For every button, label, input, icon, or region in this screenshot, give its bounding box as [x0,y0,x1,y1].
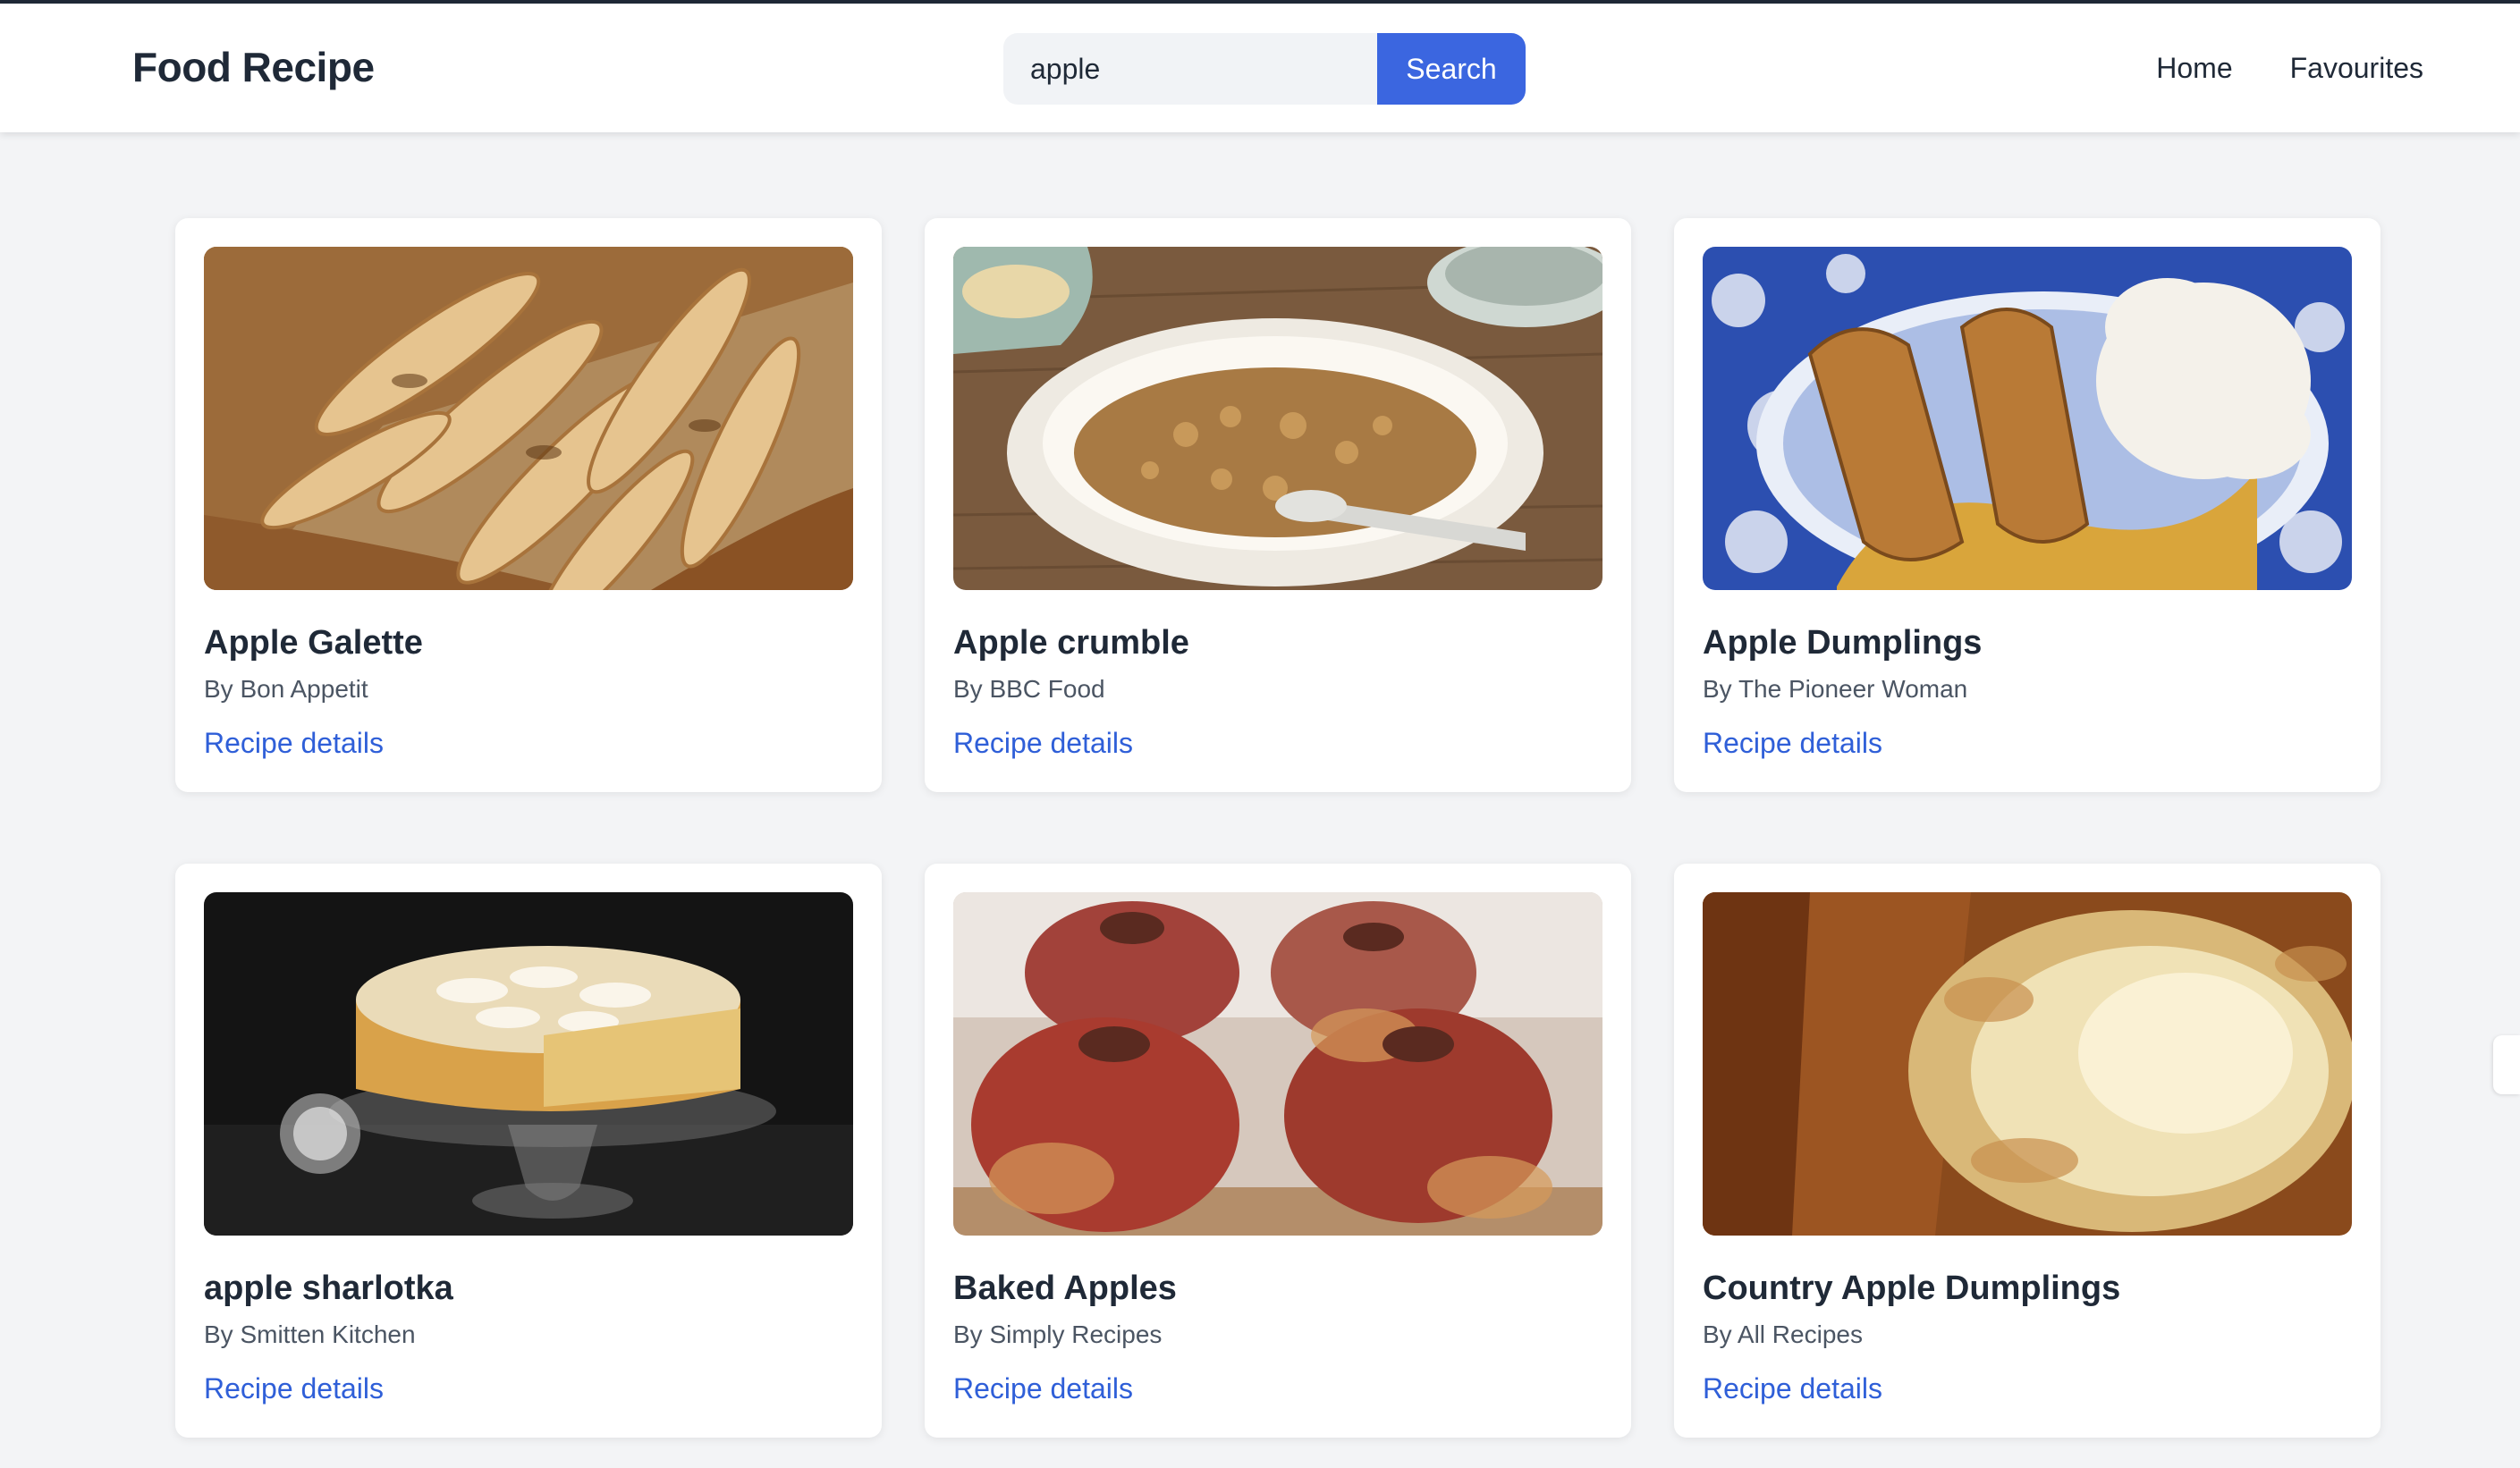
recipe-author: By BBC Food [953,675,1105,703]
side-panel-handle[interactable] [2493,1035,2520,1094]
top-navbar: Food Recipe Search Home Favourites [0,4,2520,132]
main-nav: Home Favourites [2156,52,2423,85]
nav-link-favourites[interactable]: Favourites [2290,52,2423,85]
recipe-image[interactable] [204,247,853,590]
apple-dumplings-photo [1703,247,2352,590]
recipe-title: Apple crumble [953,624,1189,662]
recipe-card: Apple Dumplings By The Pioneer Woman Rec… [1674,218,2380,792]
recipe-title: Apple Galette [204,624,423,662]
recipe-details-link[interactable]: Recipe details [204,727,384,760]
recipe-image[interactable] [1703,892,2352,1236]
brand-logo-text[interactable]: Food Recipe [132,43,375,91]
search-button[interactable]: Search [1377,33,1526,105]
recipe-title: Baked Apples [953,1270,1177,1307]
search-input[interactable] [1003,33,1377,105]
recipe-details-link[interactable]: Recipe details [953,1372,1133,1405]
recipe-details-link[interactable]: Recipe details [953,727,1133,760]
recipe-author: By The Pioneer Woman [1703,675,1968,703]
recipe-card: apple sharlotka By Smitten Kitchen Recip… [175,864,882,1438]
recipe-card: Baked Apples By Simply Recipes Recipe de… [925,864,1631,1438]
recipe-author: By All Recipes [1703,1320,1863,1348]
apple-galette-photo [204,247,853,590]
recipe-title: Country Apple Dumplings [1703,1270,2121,1307]
apple-sharlotka-photo [204,892,853,1236]
recipe-title: apple sharlotka [204,1270,453,1307]
recipe-image[interactable] [204,892,853,1236]
recipe-image[interactable] [953,892,1602,1236]
recipe-author: By Simply Recipes [953,1320,1163,1348]
recipe-image[interactable] [1703,247,2352,590]
recipe-details-link[interactable]: Recipe details [204,1372,384,1405]
nav-link-home[interactable]: Home [2156,52,2232,85]
recipe-grid: Apple Galette By Bon Appetit Recipe deta… [175,218,2380,1438]
baked-apples-photo [953,892,1602,1236]
recipe-details-link[interactable]: Recipe details [1703,1372,1882,1405]
search-form: Search [1003,33,1526,105]
recipe-card: Apple crumble By BBC Food Recipe details [925,218,1631,792]
recipe-card: Country Apple Dumplings By All Recipes R… [1674,864,2380,1438]
recipe-title: Apple Dumplings [1703,624,1983,662]
recipe-author: By Bon Appetit [204,675,368,703]
recipe-image[interactable] [953,247,1602,590]
recipe-details-link[interactable]: Recipe details [1703,727,1882,760]
country-apple-dumplings-photo [1703,892,2352,1236]
apple-crumble-photo [953,247,1602,590]
recipe-author: By Smitten Kitchen [204,1320,416,1348]
recipe-card: Apple Galette By Bon Appetit Recipe deta… [175,218,882,792]
